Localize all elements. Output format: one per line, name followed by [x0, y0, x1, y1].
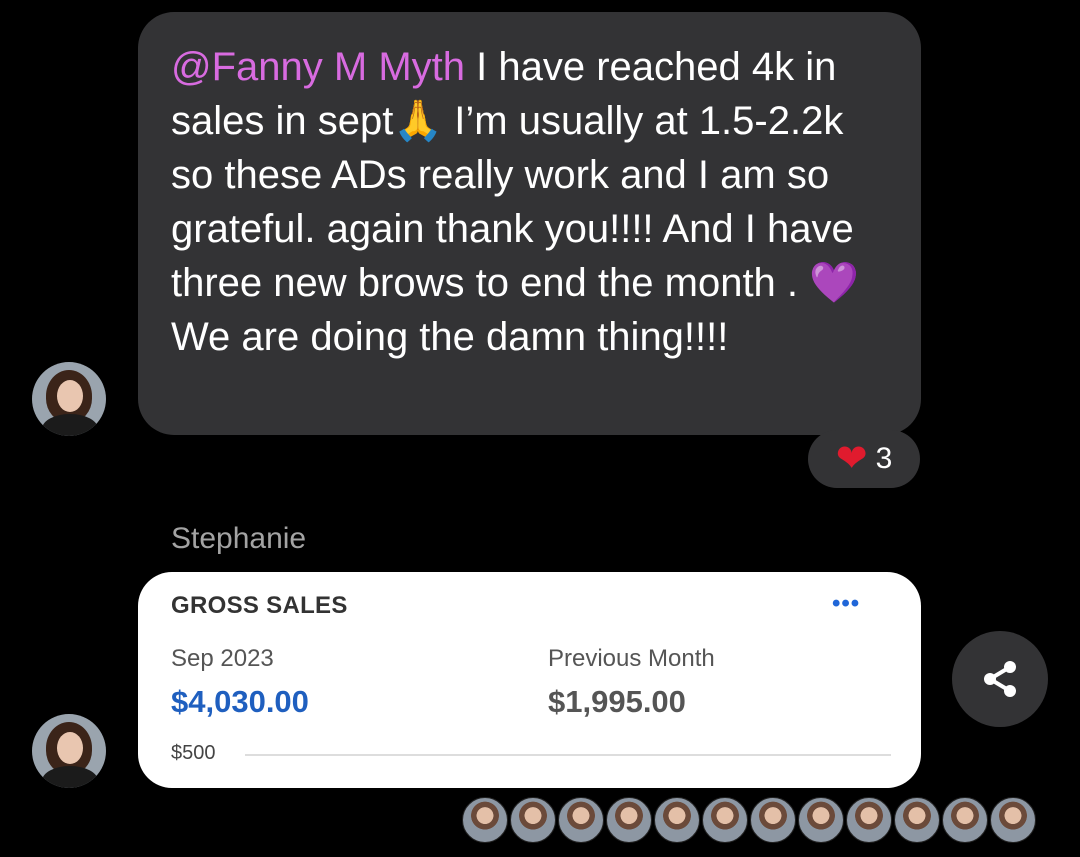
- pray-emoji-icon: 🙏: [393, 99, 444, 143]
- seen-avatar: [510, 797, 556, 843]
- seen-avatar: [606, 797, 652, 843]
- seen-avatar: [990, 797, 1036, 843]
- more-options-icon[interactable]: •••: [832, 590, 860, 618]
- share-button[interactable]: [952, 631, 1048, 727]
- seen-avatar: [942, 797, 988, 843]
- chart-axis-label: $500: [171, 742, 216, 764]
- seen-avatar: [558, 797, 604, 843]
- current-period-label: Sep 2023: [171, 645, 274, 672]
- seen-avatar: [750, 797, 796, 843]
- sender-avatar[interactable]: [32, 362, 106, 436]
- previous-period-label: Previous Month: [548, 645, 715, 672]
- red-heart-icon: ❤: [835, 438, 868, 480]
- sender-name: Stephanie: [171, 522, 307, 555]
- seen-avatar: [894, 797, 940, 843]
- seen-avatar: [654, 797, 700, 843]
- gross-sales-card[interactable]: GROSS SALES ••• Sep 2023 Previous Month …: [138, 572, 921, 788]
- message-text: @Fanny M Myth I have reached 4k in sales…: [171, 40, 891, 364]
- share-icon: [984, 661, 1016, 697]
- seen-avatar: [462, 797, 508, 843]
- seen-by-avatars[interactable]: [462, 797, 1036, 843]
- previous-period-value: $1,995.00: [548, 684, 686, 719]
- purple-heart-emoji-icon: 💜: [809, 261, 859, 305]
- sender-avatar-2[interactable]: [32, 714, 106, 788]
- seen-avatar: [846, 797, 892, 843]
- mention-link[interactable]: @Fanny M Myth: [171, 45, 465, 89]
- current-period-value: $4,030.00: [171, 684, 309, 719]
- reaction-count: 3: [875, 442, 893, 475]
- seen-avatar: [702, 797, 748, 843]
- message-text-part3: We are doing the damn thing!!!!: [171, 315, 729, 359]
- chart-gridline: [245, 754, 891, 756]
- card-title: GROSS SALES: [171, 592, 348, 619]
- seen-avatar: [798, 797, 844, 843]
- reaction-badge[interactable]: ❤ 3: [808, 430, 920, 488]
